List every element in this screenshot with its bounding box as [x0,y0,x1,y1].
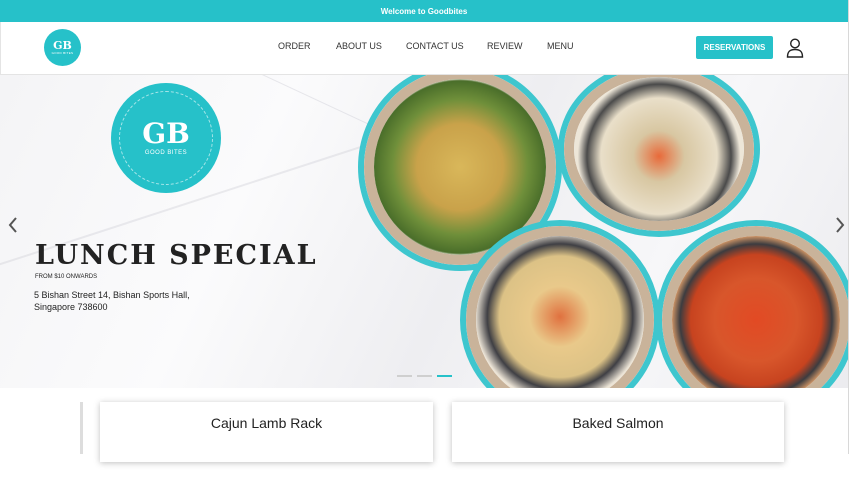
hero-address: 5 Bishan Street 14, Bishan Sports Hall, … [34,289,234,313]
card-edge [80,402,83,454]
logo-ring [119,91,213,185]
menu-card[interactable]: Baked Salmon [452,402,784,462]
menu-card-title: Baked Salmon [572,415,664,431]
window-edge [848,0,854,454]
address-line-2: Singapore 738600 [34,302,108,312]
chevron-right-icon[interactable] [833,215,847,235]
nav-menu[interactable]: MENU [547,41,574,51]
food-image-tomato-seafood [656,220,848,388]
hero-logo: GB GOOD BITES [111,83,221,193]
food-image-cream-prawn [558,75,760,237]
hero-carousel: GB GOOD BITES LUNCH SPECIAL FROM $10 ONW… [0,75,848,388]
address-line-1: 5 Bishan Street 14, Bishan Sports Hall, [34,290,190,300]
page: Welcome to Goodbites GB GOOD BITES ORDER… [0,0,854,480]
menu-card-title: Cajun Lamb Rack [210,415,323,431]
hero-headline: LUNCH SPECIAL [35,240,318,271]
nav-order[interactable]: ORDER [278,41,311,51]
announcement-text: Welcome to Goodbites [380,6,468,16]
logo-name: GOOD BITES [51,51,74,55]
hero-price-note: FROM $10 ONWARDS [35,274,98,280]
menu-card[interactable]: Cajun Lamb Rack [100,402,433,462]
menu-cards: Cajun Lamb Rack Baked Salmon [0,388,848,462]
user-icon[interactable] [786,38,804,58]
logo[interactable]: GB GOOD BITES [44,29,81,66]
chevron-left-icon[interactable] [6,215,20,235]
nav-contact-us[interactable]: CONTACT US [406,41,464,51]
plate-food [574,77,744,221]
nav-about-us[interactable]: ABOUT US [336,41,382,51]
carousel-dot-2[interactable] [417,375,432,377]
reservations-button[interactable]: RESERVATIONS [696,36,773,59]
logo-initials: GB [53,39,72,52]
announcement-bar: Welcome to Goodbites [0,0,848,22]
nav-review[interactable]: REVIEW [487,41,523,51]
site-header: GB GOOD BITES ORDER ABOUT US CONTACT US … [0,22,848,75]
carousel-dot-3-active[interactable] [437,375,452,377]
carousel-dot-1[interactable] [397,375,412,377]
